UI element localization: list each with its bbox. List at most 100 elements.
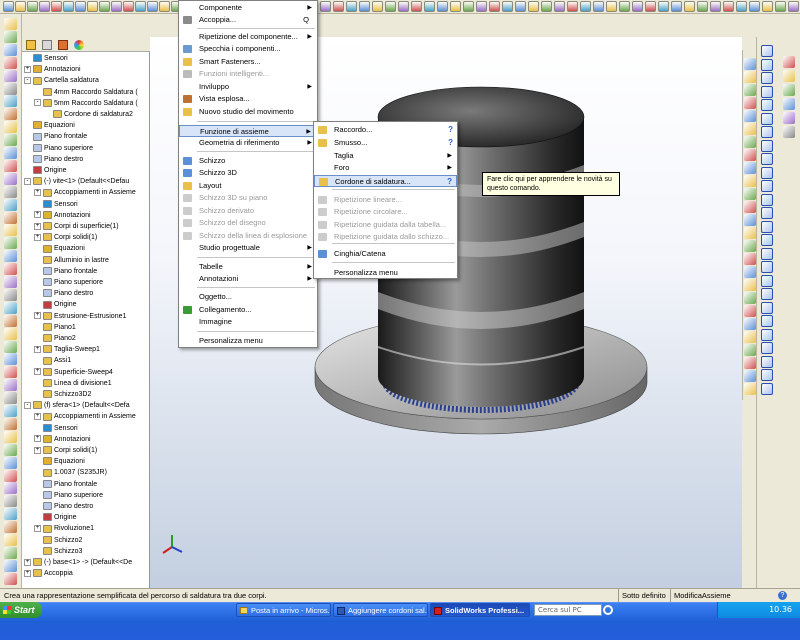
sketch-tool-icon[interactable] bbox=[744, 58, 756, 70]
menu-item[interactable]: Schizzo derivato bbox=[179, 205, 317, 217]
task-pane-tab-icon[interactable] bbox=[783, 70, 795, 82]
tree-item[interactable]: Piano2 bbox=[34, 333, 76, 344]
assembly-feature-icon[interactable] bbox=[4, 198, 17, 211]
sketch-tool-icon[interactable] bbox=[744, 318, 756, 330]
menu-item[interactable]: Immagine bbox=[179, 316, 317, 328]
linear-pattern-icon[interactable] bbox=[4, 250, 17, 263]
move-component-icon[interactable] bbox=[4, 69, 17, 82]
linear-pattern-icon[interactable] bbox=[4, 353, 17, 366]
menu-item[interactable]: Geometria di riferimento ▶ bbox=[179, 137, 317, 149]
view-icon[interactable] bbox=[463, 1, 474, 12]
clock[interactable]: 10.36 bbox=[769, 605, 792, 614]
reference-geometry-icon[interactable] bbox=[4, 314, 17, 327]
smart-fastener-icon[interactable] bbox=[4, 56, 17, 69]
tree-item[interactable]: 4mm Raccordo Saldatura ( bbox=[34, 87, 138, 98]
menu-item[interactable]: Schizzo della linea di esplosione bbox=[179, 230, 317, 242]
component-icon[interactable] bbox=[619, 1, 630, 12]
smart-fastener-icon[interactable] bbox=[4, 263, 17, 276]
insert-component-icon[interactable] bbox=[4, 327, 17, 340]
sketch-tool-icon[interactable] bbox=[744, 266, 756, 278]
tree-item[interactable]: Schizzo3 bbox=[34, 546, 82, 557]
move-icon[interactable] bbox=[123, 1, 134, 12]
help-icon[interactable]: ? bbox=[448, 124, 453, 136]
menu-item[interactable]: Cordone di saldatura...? bbox=[314, 175, 457, 187]
sketch-entity-icon[interactable] bbox=[761, 355, 773, 368]
sketch-entity-icon[interactable] bbox=[761, 288, 773, 300]
menu-item[interactable]: Funzione di assieme ▶ bbox=[179, 125, 317, 137]
tree-item[interactable]: Cordone di saldatura2 bbox=[44, 109, 133, 120]
insert-component-icon[interactable] bbox=[4, 121, 17, 134]
move-component-icon[interactable] bbox=[4, 276, 17, 288]
collapse-icon[interactable]: - bbox=[24, 177, 31, 185]
mate-icon[interactable] bbox=[4, 340, 17, 353]
expand-icon[interactable]: + bbox=[34, 345, 41, 353]
sketch-entity-icon[interactable] bbox=[761, 72, 773, 84]
sketch-entity-icon[interactable] bbox=[761, 234, 773, 246]
tree-item[interactable]: + Corpi di superficie(1) bbox=[34, 221, 119, 232]
select-icon[interactable] bbox=[63, 1, 74, 12]
reference-geometry-icon[interactable] bbox=[4, 417, 17, 430]
options-icon[interactable] bbox=[606, 1, 617, 12]
menu-item[interactable]: Componente ▶ bbox=[179, 2, 317, 14]
menu-item[interactable]: Vista esplosa... bbox=[179, 93, 317, 105]
clearance-icon[interactable] bbox=[762, 1, 773, 12]
tree-item[interactable]: + (-) base<1> -> (Default<<De bbox=[24, 557, 132, 568]
tree-item[interactable]: Piano superiore bbox=[24, 143, 93, 154]
tree-item[interactable]: Equazioni bbox=[34, 456, 85, 467]
sketch-tool-icon[interactable] bbox=[744, 305, 756, 317]
hide-show-icon[interactable] bbox=[4, 185, 17, 198]
sketch-tool-icon[interactable] bbox=[744, 344, 756, 356]
hole-icon[interactable] bbox=[385, 1, 396, 12]
options-icon[interactable] bbox=[87, 1, 98, 12]
expand-icon[interactable]: + bbox=[24, 65, 31, 73]
hide-show-icon[interactable] bbox=[4, 495, 17, 508]
hide-show-icon[interactable] bbox=[4, 82, 17, 95]
menu-item[interactable]: Ripetizione lineare... bbox=[314, 194, 457, 206]
property-manager-tab-icon[interactable] bbox=[42, 40, 52, 50]
tree-item[interactable]: + Corpi solidi(1) bbox=[34, 232, 97, 243]
mate-icon[interactable] bbox=[4, 546, 17, 559]
menu-item[interactable]: Cinghia/Catena bbox=[314, 248, 457, 260]
assembly-icon[interactable] bbox=[697, 1, 708, 12]
help-icon[interactable]: ? bbox=[448, 137, 453, 149]
menu-item[interactable]: Personalizza menu bbox=[179, 335, 317, 347]
sketch-tool-icon[interactable] bbox=[744, 136, 756, 148]
sketch-entity-icon[interactable] bbox=[761, 153, 773, 165]
assembly-feature-icon[interactable] bbox=[4, 508, 17, 521]
menu-item[interactable]: Ripetizione del componente... ▶ bbox=[179, 31, 317, 43]
reference-geometry-icon[interactable] bbox=[4, 521, 17, 534]
tree-item[interactable]: Piano1 bbox=[34, 322, 76, 333]
rotate-icon[interactable] bbox=[658, 1, 669, 12]
tree-item[interactable]: Piano destro bbox=[34, 288, 93, 299]
help-icon[interactable]: ? bbox=[778, 591, 787, 600]
display-icon[interactable] bbox=[476, 1, 487, 12]
tree-item[interactable]: + Superficie-Sweep4 bbox=[34, 367, 113, 378]
reference-geometry-icon[interactable] bbox=[4, 211, 17, 224]
menu-item[interactable]: Ripetizione guidata dalla tabella... bbox=[314, 219, 457, 231]
insert-component-icon[interactable] bbox=[4, 534, 17, 546]
print-icon[interactable] bbox=[554, 1, 565, 12]
hide-show-icon[interactable] bbox=[4, 392, 17, 405]
smart-fastener-icon[interactable] bbox=[4, 469, 17, 482]
smart-fastener-icon[interactable] bbox=[4, 366, 17, 379]
reference-geometry-icon[interactable] bbox=[4, 108, 17, 121]
move-component-icon[interactable] bbox=[4, 482, 17, 495]
collapse-icon[interactable]: - bbox=[24, 77, 31, 85]
mate-icon[interactable] bbox=[4, 443, 17, 456]
collapse-icon[interactable]: - bbox=[24, 401, 31, 409]
tree-item[interactable]: Piano superiore bbox=[34, 490, 103, 501]
light-icon[interactable] bbox=[502, 1, 513, 12]
sketch-entity-icon[interactable] bbox=[761, 139, 773, 152]
sketch-tool-icon[interactable] bbox=[744, 240, 756, 252]
expand-icon[interactable]: + bbox=[34, 446, 41, 454]
move-component-icon[interactable] bbox=[4, 172, 17, 185]
interference-icon[interactable] bbox=[359, 1, 370, 12]
feature-icon[interactable] bbox=[710, 1, 721, 12]
feature-manager-tab-icon[interactable] bbox=[26, 40, 36, 50]
menu-item[interactable]: Accoppia... Q bbox=[179, 14, 317, 26]
hole-icon[interactable] bbox=[775, 1, 786, 12]
tree-item[interactable]: Piano frontale bbox=[34, 479, 97, 490]
sketch-entity-icon[interactable] bbox=[761, 382, 773, 395]
sketch-tool-icon[interactable] bbox=[744, 123, 756, 135]
show-icon[interactable] bbox=[346, 1, 357, 12]
